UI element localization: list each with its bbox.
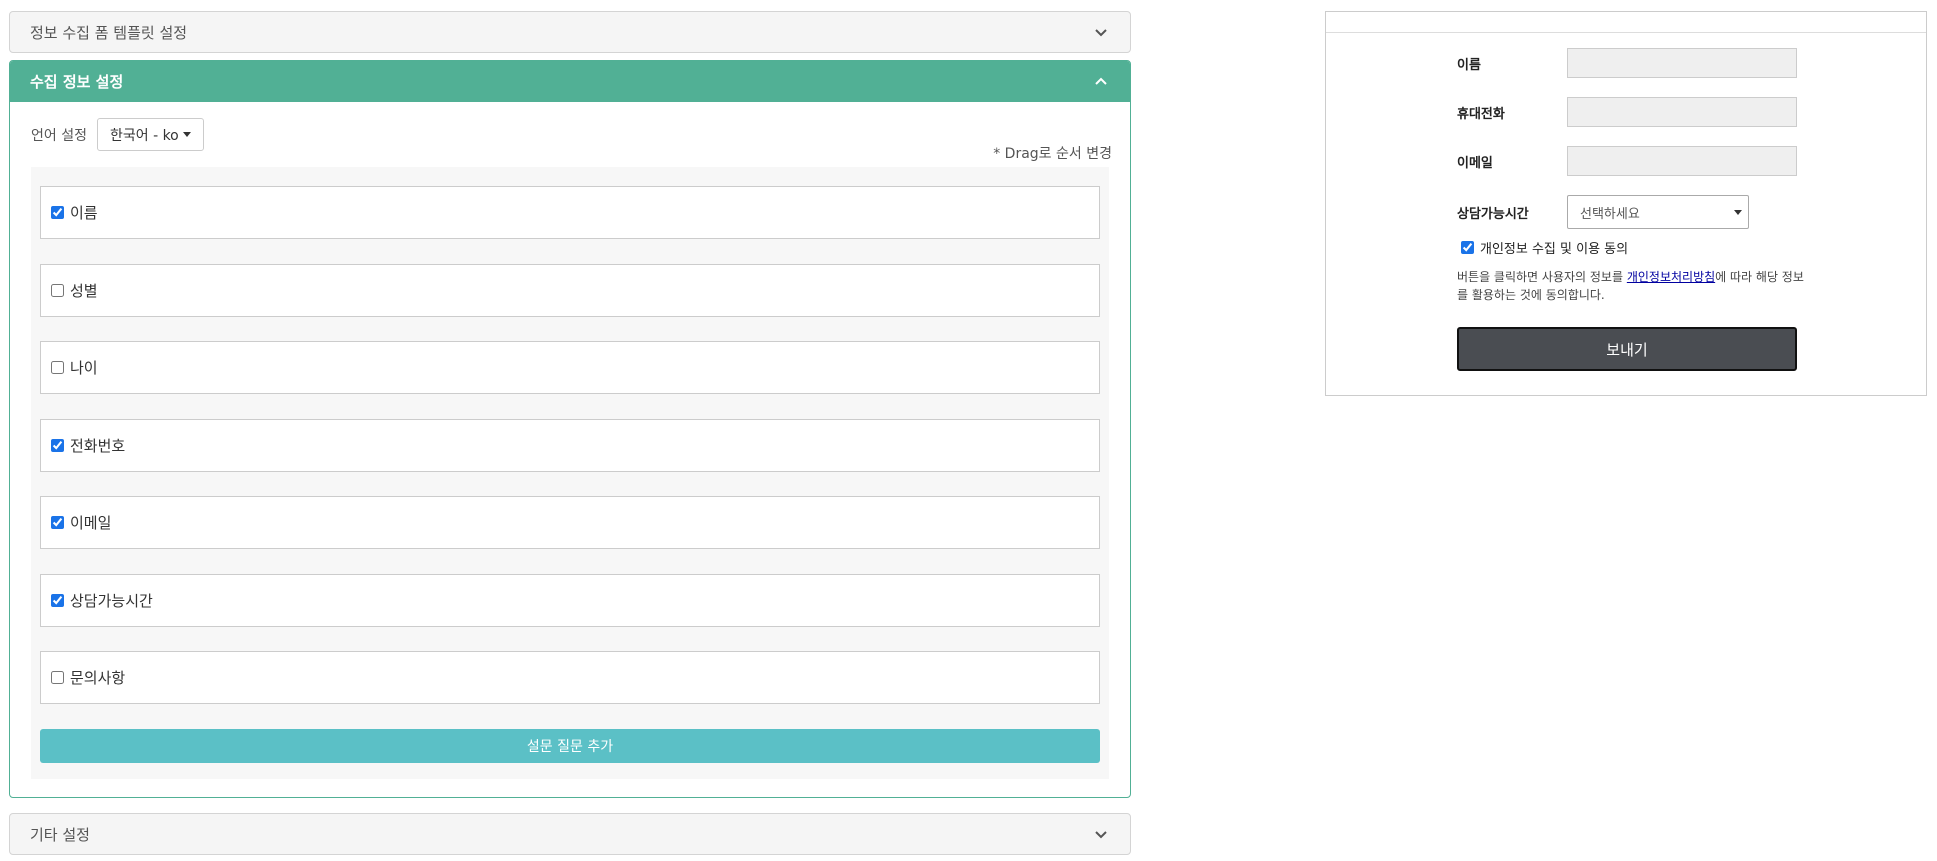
template-settings-title: 정보 수집 폼 템플릿 설정 (30, 23, 188, 42)
name-input[interactable] (1567, 48, 1797, 78)
form-preview: 이름 휴대전화 이메일 상담가능시간 선택하세요 개인정보 수집 및 이용 동의… (1325, 11, 1927, 396)
field-item[interactable]: 나이 (40, 341, 1100, 394)
field-label: 전화번호 (70, 437, 126, 455)
field-label: 나이 (70, 359, 98, 377)
submit-button[interactable]: 보내기 (1457, 327, 1797, 371)
language-dropdown[interactable]: 한국어 - ko (96, 118, 204, 151)
field-checkbox[interactable] (51, 439, 64, 452)
field-item[interactable]: 성별 (40, 264, 1100, 317)
field-label: 이메일 (70, 514, 112, 532)
phone-label: 휴대전화 (1457, 106, 1505, 122)
language-value: 한국어 - ko (109, 127, 179, 144)
preview-header-bar (1326, 12, 1926, 33)
time-select[interactable]: 선택하세요 (1567, 195, 1749, 229)
other-settings-panel: 기타 설정 (9, 813, 1131, 855)
field-checkbox[interactable] (51, 361, 64, 374)
collect-info-title: 수집 정보 설정 (30, 73, 124, 91)
language-row: 언어 설정 한국어 - ko (31, 118, 204, 151)
field-item[interactable]: 문의사항 (40, 651, 1100, 704)
template-settings-header[interactable]: 정보 수집 폼 템플릿 설정 (10, 12, 1130, 52)
other-settings-title: 기타 설정 (30, 825, 90, 844)
time-row: 상담가능시간 선택하세요 (1457, 195, 1749, 229)
chevron-up-icon[interactable] (1092, 73, 1110, 91)
chevron-down-icon[interactable] (1092, 825, 1110, 843)
field-item[interactable]: 전화번호 (40, 419, 1100, 472)
field-label: 문의사항 (70, 669, 126, 687)
field-list: 이름 성별 나이 전화번호 이메일 상담가능시간 문의사항 설문 질문 추가 (31, 167, 1109, 779)
collect-info-panel: 수집 정보 설정 언어 설정 한국어 - ko * Drag로 순서 변경 이름… (9, 60, 1131, 798)
email-row: 이메일 (1457, 146, 1797, 176)
field-label: 이름 (70, 204, 98, 222)
name-label: 이름 (1457, 57, 1481, 73)
chevron-down-icon[interactable] (1092, 23, 1110, 41)
consent-checkbox[interactable] (1461, 241, 1474, 254)
chevron-down-icon (1734, 209, 1742, 215)
language-label: 언어 설정 (31, 127, 87, 144)
field-item[interactable]: 이름 (40, 186, 1100, 239)
time-label: 상담가능시간 (1457, 206, 1529, 222)
drag-hint: * Drag로 순서 변경 (993, 146, 1112, 162)
phone-input[interactable] (1567, 97, 1797, 127)
collect-info-header[interactable]: 수집 정보 설정 (10, 61, 1130, 102)
notice-text-before: 버튼을 클릭하면 사용자의 정보를 (1457, 270, 1627, 284)
consent-label: 개인정보 수집 및 이용 동의 (1480, 242, 1629, 257)
other-settings-header[interactable]: 기타 설정 (10, 814, 1130, 854)
field-label: 성별 (70, 282, 98, 300)
field-checkbox[interactable] (51, 284, 64, 297)
field-checkbox[interactable] (51, 671, 64, 684)
field-checkbox[interactable] (51, 594, 64, 607)
add-question-button[interactable]: 설문 질문 추가 (40, 729, 1100, 763)
template-settings-panel: 정보 수집 폼 템플릿 설정 (9, 11, 1131, 53)
field-item[interactable]: 이메일 (40, 496, 1100, 549)
consent-row: 개인정보 수집 및 이용 동의 (1461, 238, 1628, 257)
name-row: 이름 (1457, 48, 1797, 78)
privacy-notice: 버튼을 클릭하면 사용자의 정보를 개인정보처리방침에 따라 해당 정보를 활용… (1457, 268, 1807, 304)
privacy-policy-link[interactable]: 개인정보처리방침 (1627, 270, 1715, 284)
field-label: 상담가능시간 (70, 592, 153, 610)
field-checkbox[interactable] (51, 516, 64, 529)
field-item[interactable]: 상담가능시간 (40, 574, 1100, 627)
time-select-value: 선택하세요 (1580, 206, 1640, 222)
phone-row: 휴대전화 (1457, 97, 1797, 127)
caret-down-icon (182, 132, 191, 137)
field-checkbox[interactable] (51, 206, 64, 219)
email-label: 이메일 (1457, 155, 1493, 171)
email-input[interactable] (1567, 146, 1797, 176)
